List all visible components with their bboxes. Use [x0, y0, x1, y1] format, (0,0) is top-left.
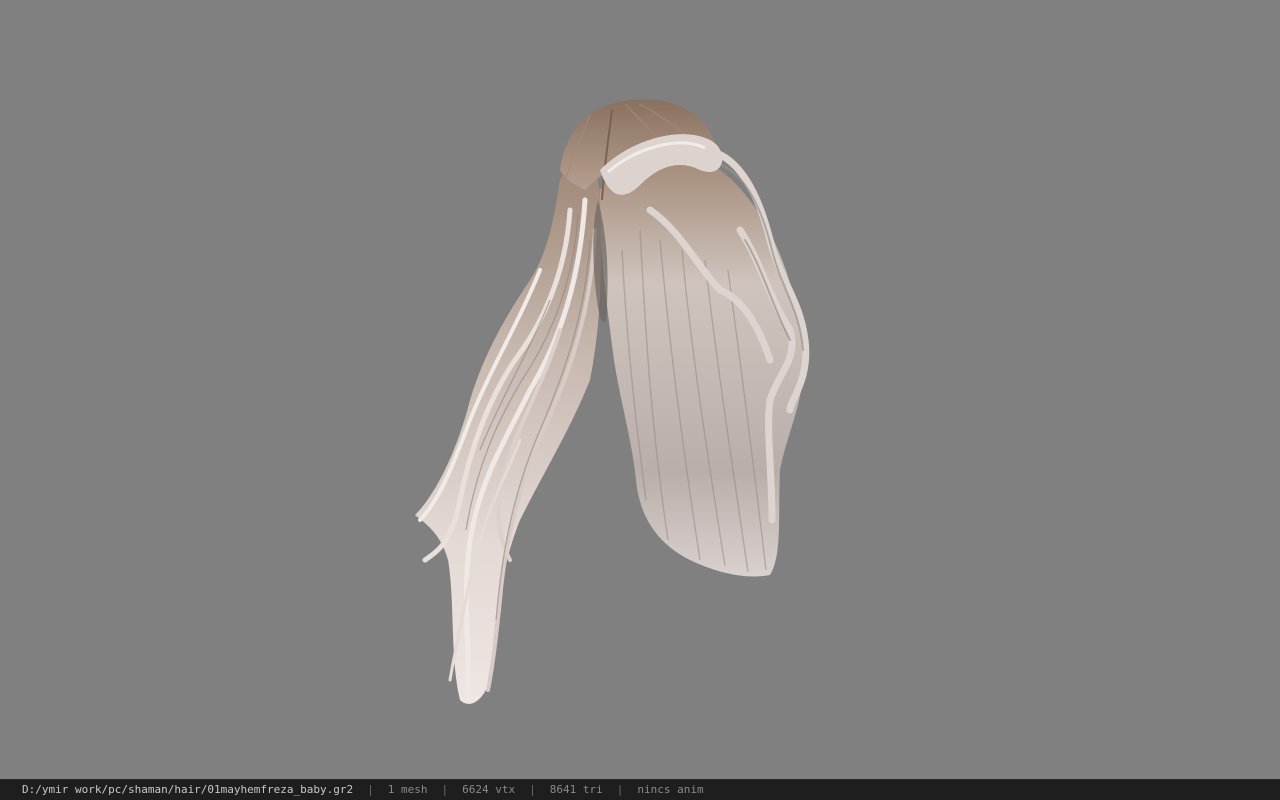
- mesh-count-label: 1 mesh: [387, 783, 428, 796]
- file-path-label: D:/ymir work/pc/shaman/hair/01mayhemfrez…: [22, 783, 354, 796]
- animation-status-label: nincs anim: [637, 783, 704, 796]
- status-separator: |: [367, 783, 374, 796]
- status-separator: |: [529, 783, 536, 796]
- status-bar: D:/ymir work/pc/shaman/hair/01mayhemfrez…: [0, 779, 1280, 800]
- vertex-count-label: 6624 vtx: [462, 783, 516, 796]
- status-separator: |: [616, 783, 624, 796]
- 3d-viewport[interactable]: [0, 0, 1280, 779]
- hair-model: [415, 99, 810, 704]
- triangle-count-label: 8641 tri: [549, 783, 603, 796]
- status-separator: |: [441, 783, 449, 796]
